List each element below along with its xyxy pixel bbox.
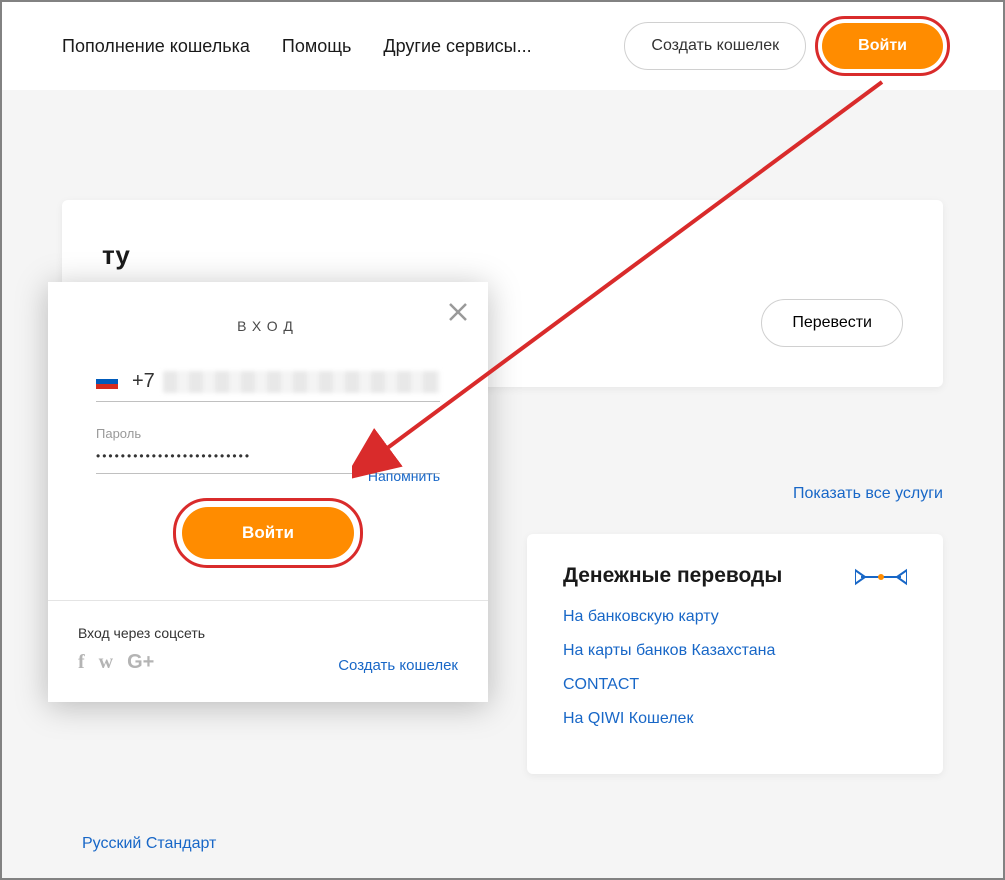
header: Пополнение кошелька Помощь Другие сервис…: [2, 2, 1003, 90]
hero-title: ту: [102, 240, 903, 271]
password-label: Пароль: [96, 426, 440, 441]
nav-topup[interactable]: Пополнение кошелька: [62, 36, 250, 57]
login-popup: ВХОД +7 Пароль •••••••••••••••••••••••••…: [48, 282, 488, 702]
nav-help[interactable]: Помощь: [282, 36, 352, 57]
phone-prefix: +7: [132, 370, 155, 393]
nav-other[interactable]: Другие сервисы...: [383, 36, 531, 57]
transfers-arrows-icon: [855, 562, 907, 592]
login-button-header[interactable]: Войти: [822, 23, 943, 69]
transfer-link-kz[interactable]: На карты банков Казахстана: [563, 642, 907, 660]
phone-number-blurred: [163, 371, 440, 393]
transfer-link-qiwi[interactable]: На QIWI Кошелек: [563, 710, 907, 728]
google-plus-icon[interactable]: G+: [127, 651, 154, 674]
russian-standard-link[interactable]: Русский Стандарт: [82, 835, 216, 853]
phone-field[interactable]: +7: [96, 370, 440, 402]
transfer-button[interactable]: Перевести: [761, 299, 903, 347]
show-all-link[interactable]: Показать все услуги: [793, 485, 943, 503]
content-area: ту рты Перевести Показать все услуги Ден…: [2, 90, 1003, 878]
transfer-link-card[interactable]: На банковскую карту: [563, 608, 907, 626]
money-transfers-card: Денежные переводы На банковскую карту На…: [527, 534, 943, 774]
popup-title: ВХОД: [48, 318, 488, 334]
vk-icon[interactable]: w: [99, 651, 113, 674]
social-login-title: Вход через соцсеть: [78, 625, 205, 641]
popup-footer: Вход через соцсеть f w G+ Создать кошеле…: [48, 600, 488, 702]
password-field[interactable]: Пароль ••••••••••••••••••••••••• Напомни…: [96, 426, 440, 474]
popup-create-wallet-link[interactable]: Создать кошелек: [338, 657, 458, 674]
popup-login-button[interactable]: Войти: [182, 507, 354, 559]
password-value: •••••••••••••••••••••••••: [96, 449, 251, 463]
remind-link[interactable]: Напомнить: [368, 468, 440, 484]
create-wallet-button[interactable]: Создать кошелек: [624, 22, 806, 70]
close-icon[interactable]: [446, 300, 470, 324]
flag-ru-icon[interactable]: [96, 374, 118, 389]
header-actions: Создать кошелек Войти: [624, 22, 943, 70]
transfer-link-contact[interactable]: CONTACT: [563, 676, 907, 694]
facebook-icon[interactable]: f: [78, 651, 85, 674]
